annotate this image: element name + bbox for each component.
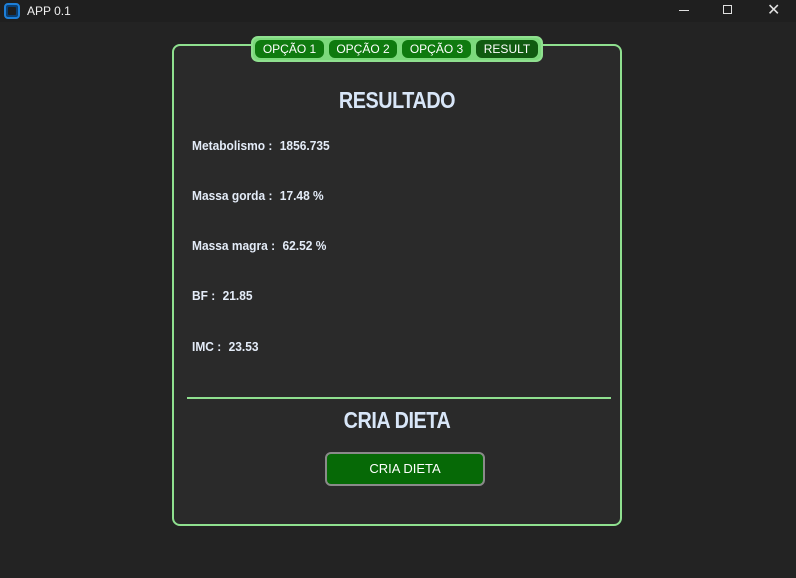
app-icon [4,3,20,19]
maximize-icon [723,5,732,14]
minimize-icon [679,10,689,11]
section-divider [187,397,611,399]
metabolism-row: Metabolismo : 1856.735 [192,138,330,153]
tab-bar: OPÇÃO 1 OPÇÃO 2 OPÇÃO 3 RESULT [251,36,543,62]
bf-label: BF : [192,288,216,303]
tab-result[interactable]: RESULT [476,40,538,58]
diet-heading: CRIA DIETA [343,407,451,433]
imc-label: IMC : [192,339,222,354]
lean-mass-value: 62.52 % [282,238,327,253]
close-button[interactable]: ✕ [750,0,796,22]
fat-mass-row: Massa gorda : 17.48 % [192,188,324,203]
lean-mass-label: Massa magra : [192,238,276,253]
metabolism-label: Metabolismo : [192,138,273,153]
maximize-button[interactable] [705,0,751,22]
create-diet-button[interactable]: CRIA DIETA [325,452,485,486]
imc-value: 23.53 [228,339,259,354]
tab-opcao-1[interactable]: OPÇÃO 1 [255,40,324,58]
close-icon: ✕ [767,0,781,19]
fat-mass-label: Massa gorda : [192,188,273,203]
window-title: APP 0.1 [27,4,71,18]
minimize-button[interactable] [661,0,707,22]
tab-opcao-2[interactable]: OPÇÃO 2 [329,40,397,58]
bf-value: 21.85 [222,288,253,303]
bf-row: BF : 21.85 [192,288,253,303]
title-bar: APP 0.1 ✕ [0,0,796,22]
result-heading: RESULTADO [338,87,456,113]
fat-mass-value: 17.48 % [279,188,324,203]
tab-opcao-3[interactable]: OPÇÃO 3 [402,40,471,58]
metabolism-value: 1856.735 [279,138,330,153]
lean-mass-row: Massa magra : 62.52 % [192,238,326,253]
imc-row: IMC : 23.53 [192,339,259,354]
